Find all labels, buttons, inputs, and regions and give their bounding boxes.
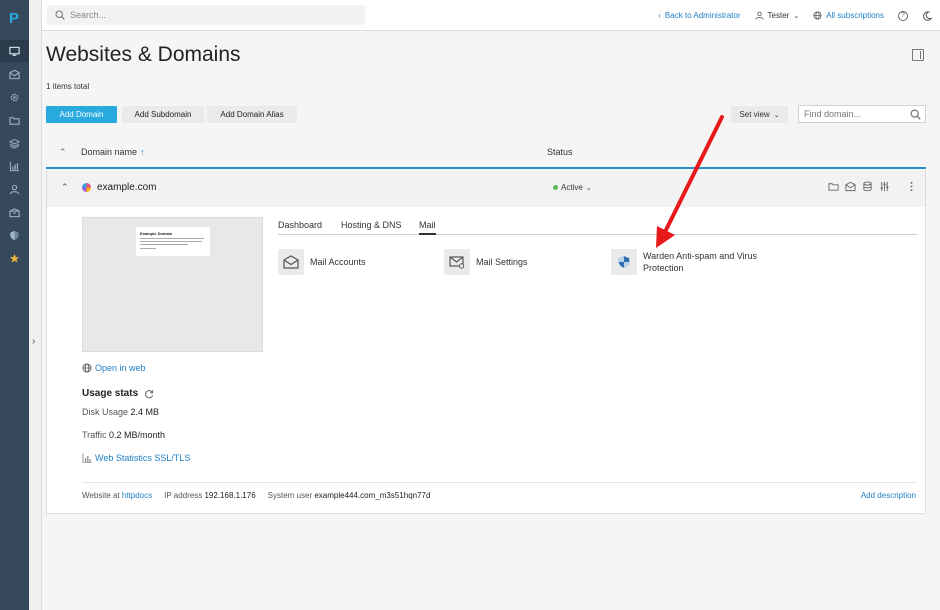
status-dot	[553, 185, 558, 190]
favicon-icon	[82, 183, 91, 192]
chevron-down-icon: ⌄	[793, 12, 800, 20]
globe-icon	[813, 11, 822, 20]
box-icon[interactable]	[7, 205, 22, 220]
panel-toggle-icon[interactable]	[912, 49, 924, 61]
back-to-admin-link[interactable]: ‹ Back to Administrator	[658, 11, 740, 20]
set-view-button[interactable]: Set view ⌄	[731, 106, 788, 123]
table-header: ⌃ Domain name ↑ Status	[46, 137, 926, 169]
domain-actions	[828, 181, 917, 192]
add-domain-alias-button[interactable]: Add Domain Alias	[207, 106, 297, 123]
moon-icon[interactable]	[922, 10, 932, 21]
shield-icon	[618, 256, 630, 268]
items-total: 1 items total	[46, 82, 90, 91]
page-title: Websites & Domains	[46, 43, 241, 66]
domain-card: ⌃ example.com Active ⌄ Example Domain Op…	[46, 170, 926, 514]
mail-icon[interactable]	[845, 181, 856, 192]
all-subscriptions-link[interactable]: All subscriptions	[813, 11, 884, 20]
user-menu[interactable]: Tester ⌄	[754, 11, 800, 20]
mail-settings-tool[interactable]: Mail Settings	[444, 249, 528, 275]
collapse-all-icon[interactable]: ⌃	[59, 147, 67, 158]
column-status[interactable]: Status	[547, 147, 573, 157]
topbar: ‹ Back to Administrator Tester ⌄ All sub…	[42, 0, 940, 31]
preview-line	[140, 244, 188, 245]
usage-stats-title: Usage stats	[82, 388, 154, 399]
domain-row[interactable]: ⌃ example.com Active ⌄	[47, 170, 925, 207]
search-input[interactable]	[70, 10, 350, 20]
sidebar: P	[0, 0, 29, 610]
website-at: Website at httpdocs	[82, 491, 153, 500]
global-search	[47, 5, 365, 25]
tab-mail[interactable]: Mail	[419, 220, 436, 235]
add-description-link[interactable]: Add description	[861, 491, 916, 500]
chart-icon	[82, 453, 92, 463]
sliders-icon[interactable]	[879, 181, 890, 192]
help-icon[interactable]: ?	[898, 10, 908, 21]
mail-accounts-tool[interactable]: Mail Accounts	[278, 249, 366, 275]
more-options-icon[interactable]	[906, 181, 917, 192]
disk-usage: Disk Usage 2.4 MB	[82, 407, 160, 417]
search-icon	[55, 10, 65, 20]
domain-footer: Website at httpdocs IP address 192.168.1…	[82, 491, 430, 500]
sort-arrow-icon: ↑	[140, 147, 145, 157]
folder-icon[interactable]	[828, 181, 839, 192]
mail-settings-icon-box	[444, 249, 470, 275]
folder-icon[interactable]	[7, 113, 22, 128]
mail-gear-icon	[449, 256, 465, 269]
shield-icon[interactable]	[7, 228, 22, 243]
site-preview-page: Example Domain	[136, 227, 210, 256]
find-domain-box	[798, 105, 926, 123]
star-icon[interactable]	[7, 251, 22, 266]
open-in-web-link[interactable]: Open in web	[82, 363, 146, 373]
sidebar-collapse-strip[interactable]: ›	[29, 0, 42, 610]
preview-line	[140, 241, 202, 242]
main-content: Websites & Domains 1 items total Add Dom…	[42, 31, 940, 610]
warden-antispam-tool[interactable]: Warden Anti-spam and Virus Protection	[611, 249, 757, 275]
search-icon[interactable]	[910, 109, 921, 120]
traffic: Traffic 0.2 MB/month	[82, 430, 166, 440]
preview-title: Example Domain	[140, 231, 173, 236]
chevron-down-icon: ⌄	[773, 111, 780, 119]
tab-hosting-dns[interactable]: Hosting & DNS	[341, 220, 402, 230]
chevron-up-icon[interactable]: ⌃	[61, 182, 69, 193]
find-domain-input[interactable]	[804, 109, 908, 119]
chevron-left-icon: ‹	[658, 11, 661, 20]
domain-name[interactable]: example.com	[97, 182, 156, 193]
add-domain-button[interactable]: Add Domain	[46, 106, 117, 123]
mail-accounts-icon-box	[278, 249, 304, 275]
globe-icon	[82, 363, 92, 373]
monitor-icon[interactable]	[7, 44, 22, 59]
tab-dashboard[interactable]: Dashboard	[278, 220, 322, 230]
warden-icon-box	[611, 249, 637, 275]
status-badge[interactable]: Active ⌄	[553, 183, 592, 192]
warden-label: Warden Anti-spam and Virus Protection	[643, 251, 758, 273]
footer-divider	[82, 482, 917, 483]
gear-icon[interactable]	[7, 90, 22, 105]
web-statistics-link[interactable]: Web Statistics SSL/TLS	[82, 453, 190, 463]
database-icon[interactable]	[862, 181, 873, 192]
chart-icon[interactable]	[7, 159, 22, 174]
column-domain-name[interactable]: Domain name ↑	[81, 147, 145, 157]
user-icon[interactable]	[7, 182, 22, 197]
httpdocs-link[interactable]: httpdocs	[122, 491, 152, 500]
mail-icon[interactable]	[7, 67, 22, 82]
site-preview[interactable]: Example Domain	[82, 217, 263, 352]
chevron-down-icon: ⌄	[585, 184, 592, 192]
user-icon	[754, 11, 764, 20]
top-links: ‹ Back to Administrator Tester ⌄ All sub…	[658, 0, 932, 31]
chevron-right-icon[interactable]: ›	[32, 336, 35, 347]
refresh-icon[interactable]	[144, 389, 154, 399]
ip-address: IP address 192.168.1.176	[164, 491, 256, 500]
domain-tabs: Dashboard Hosting & DNS Mail	[278, 219, 917, 235]
layers-icon[interactable]	[7, 136, 22, 151]
envelope-open-icon	[283, 255, 299, 269]
preview-line	[140, 238, 204, 239]
system-user: System user example444.com_m3s51hqn77d	[267, 491, 431, 500]
preview-line	[140, 248, 156, 249]
add-subdomain-button[interactable]: Add Subdomain	[122, 106, 204, 123]
plesk-logo[interactable]: P	[9, 10, 19, 27]
